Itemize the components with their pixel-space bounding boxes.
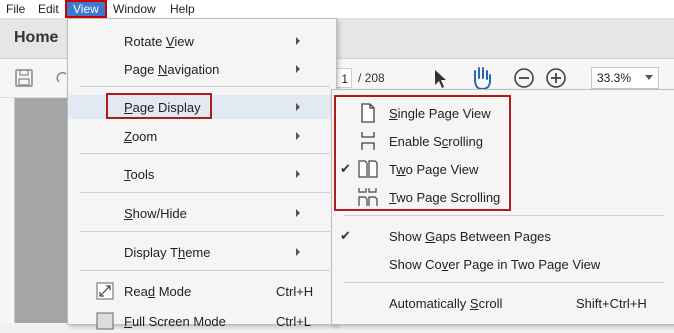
label-part: Display T xyxy=(124,245,178,260)
view-menu-item-full-screen-mode[interactable]: Full Screen Mode Ctrl+L xyxy=(68,309,336,333)
shortcut-label: Ctrl+L xyxy=(276,314,312,329)
label-part: o Page View xyxy=(405,162,479,177)
zoom-level-value: 33.3% xyxy=(597,71,632,85)
submenu-item-show-cover-page[interactable]: Show Cover Page in Two Page View xyxy=(332,251,674,277)
label-part: ingle Page View xyxy=(397,106,491,121)
label-part: Enable S xyxy=(389,134,442,149)
submenu-item-enable-scrolling[interactable]: Enable Scrolling xyxy=(332,128,674,154)
divider xyxy=(80,270,330,271)
view-menu-item-tools[interactable]: Tools xyxy=(68,162,336,186)
label-part: wo Page Scrolling xyxy=(396,190,501,205)
select-pointer-icon[interactable] xyxy=(432,68,448,90)
view-menu-item-read-mode[interactable]: Read Mode Ctrl+H xyxy=(68,279,336,303)
menu-window[interactable]: Window xyxy=(113,0,156,18)
label-part: how/Hide xyxy=(132,206,187,221)
menu-bar: File Edit View Window Help xyxy=(0,0,674,19)
checkmark-icon: ✔ xyxy=(340,161,351,176)
label-part: Automatically xyxy=(389,296,470,311)
label-accel: S xyxy=(469,296,479,311)
label-accel: P xyxy=(124,100,133,115)
view-menu-item-zoom[interactable]: Zoom xyxy=(68,124,336,148)
view-menu: Rotate View Page Navigation Page Display… xyxy=(67,18,337,330)
label-accel: S xyxy=(389,106,398,121)
two-page-scrolling-icon xyxy=(358,188,378,206)
tab-home[interactable]: Home xyxy=(14,29,58,47)
label-part: er Page in Two Page View xyxy=(448,257,601,272)
label-part: ull Screen Mode xyxy=(131,314,226,329)
label-part: Rotate xyxy=(124,34,166,49)
page-total: / 208 xyxy=(358,71,385,85)
divider xyxy=(344,282,664,283)
view-menu-item-rotate-view[interactable]: Rotate View xyxy=(68,29,336,53)
label-accel: F xyxy=(124,314,132,329)
label-part: oom xyxy=(131,129,158,144)
divider xyxy=(344,215,664,216)
divider xyxy=(80,153,330,154)
label-part: iew xyxy=(174,34,194,49)
full-screen-icon xyxy=(96,312,114,330)
chevron-down-icon xyxy=(645,75,653,80)
view-menu-item-display-theme[interactable]: Display Theme xyxy=(68,240,336,264)
single-page-icon xyxy=(361,103,375,123)
zoom-level-dropdown[interactable]: 33.3% xyxy=(591,67,659,89)
chevron-right-icon xyxy=(296,37,300,45)
menu-edit[interactable]: Edit xyxy=(38,0,59,18)
zoom-out-icon[interactable] xyxy=(513,67,535,89)
chevron-right-icon xyxy=(296,103,300,111)
label-part: Show xyxy=(389,229,426,244)
submenu-item-two-page-view[interactable]: ✔ Two Page View xyxy=(332,156,674,182)
label-part: avigation xyxy=(167,62,220,77)
label-part: Rea xyxy=(124,284,148,299)
submenu-item-two-page-scrolling[interactable]: Two Page Scrolling xyxy=(332,184,674,210)
menu-file[interactable]: File xyxy=(6,0,25,18)
divider xyxy=(80,86,330,87)
menu-view[interactable]: View xyxy=(65,0,107,18)
label-part: age Display xyxy=(132,100,201,115)
label-accel: Z xyxy=(124,129,132,144)
label-part: Page xyxy=(124,62,158,77)
label-part: aps Between Pages xyxy=(435,229,551,244)
label-accel: S xyxy=(124,206,133,221)
label-part: rolling xyxy=(448,134,483,149)
save-icon[interactable] xyxy=(14,68,34,88)
two-page-icon xyxy=(358,160,378,178)
hand-tool-icon[interactable] xyxy=(470,65,494,91)
navigation-pane xyxy=(0,98,15,323)
label-accel: d xyxy=(147,284,156,299)
chevron-right-icon xyxy=(296,209,300,217)
label-accel: N xyxy=(157,62,168,77)
chevron-right-icon xyxy=(296,132,300,140)
view-menu-item-page-display[interactable]: Page Display xyxy=(68,93,336,119)
submenu-item-automatically-scroll[interactable]: Automatically Scroll Shift+Ctrl+H xyxy=(332,290,674,316)
divider xyxy=(80,192,330,193)
view-menu-item-show-hide[interactable]: Show/Hide xyxy=(68,201,336,225)
menu-help[interactable]: Help xyxy=(170,0,195,18)
chevron-right-icon xyxy=(296,248,300,256)
label-part: Show Co xyxy=(389,257,442,272)
view-menu-item-page-navigation[interactable]: Page Navigation xyxy=(68,57,336,81)
label-part: croll xyxy=(478,296,503,311)
chevron-right-icon xyxy=(296,170,300,178)
submenu-item-single-page-view[interactable]: Single Page View xyxy=(332,100,674,126)
scrolling-page-icon xyxy=(361,132,375,150)
page-display-submenu: Single Page View Enable Scrolling ✔ Two … xyxy=(331,89,674,325)
label-part: ools xyxy=(130,167,155,182)
shortcut-label: Shift+Ctrl+H xyxy=(576,296,647,311)
label-accel: G xyxy=(425,229,436,244)
divider xyxy=(80,231,330,232)
checkmark-icon: ✔ xyxy=(340,228,351,243)
label-part: eme xyxy=(185,245,211,260)
chevron-right-icon xyxy=(296,65,300,73)
label-part: Mode xyxy=(155,284,192,299)
read-mode-icon xyxy=(96,282,114,300)
zoom-in-icon[interactable] xyxy=(545,67,567,89)
shortcut-label: Ctrl+H xyxy=(276,284,314,299)
submenu-item-show-gaps[interactable]: ✔ Show Gaps Between Pages xyxy=(332,223,674,249)
label-accel: w xyxy=(396,162,406,177)
